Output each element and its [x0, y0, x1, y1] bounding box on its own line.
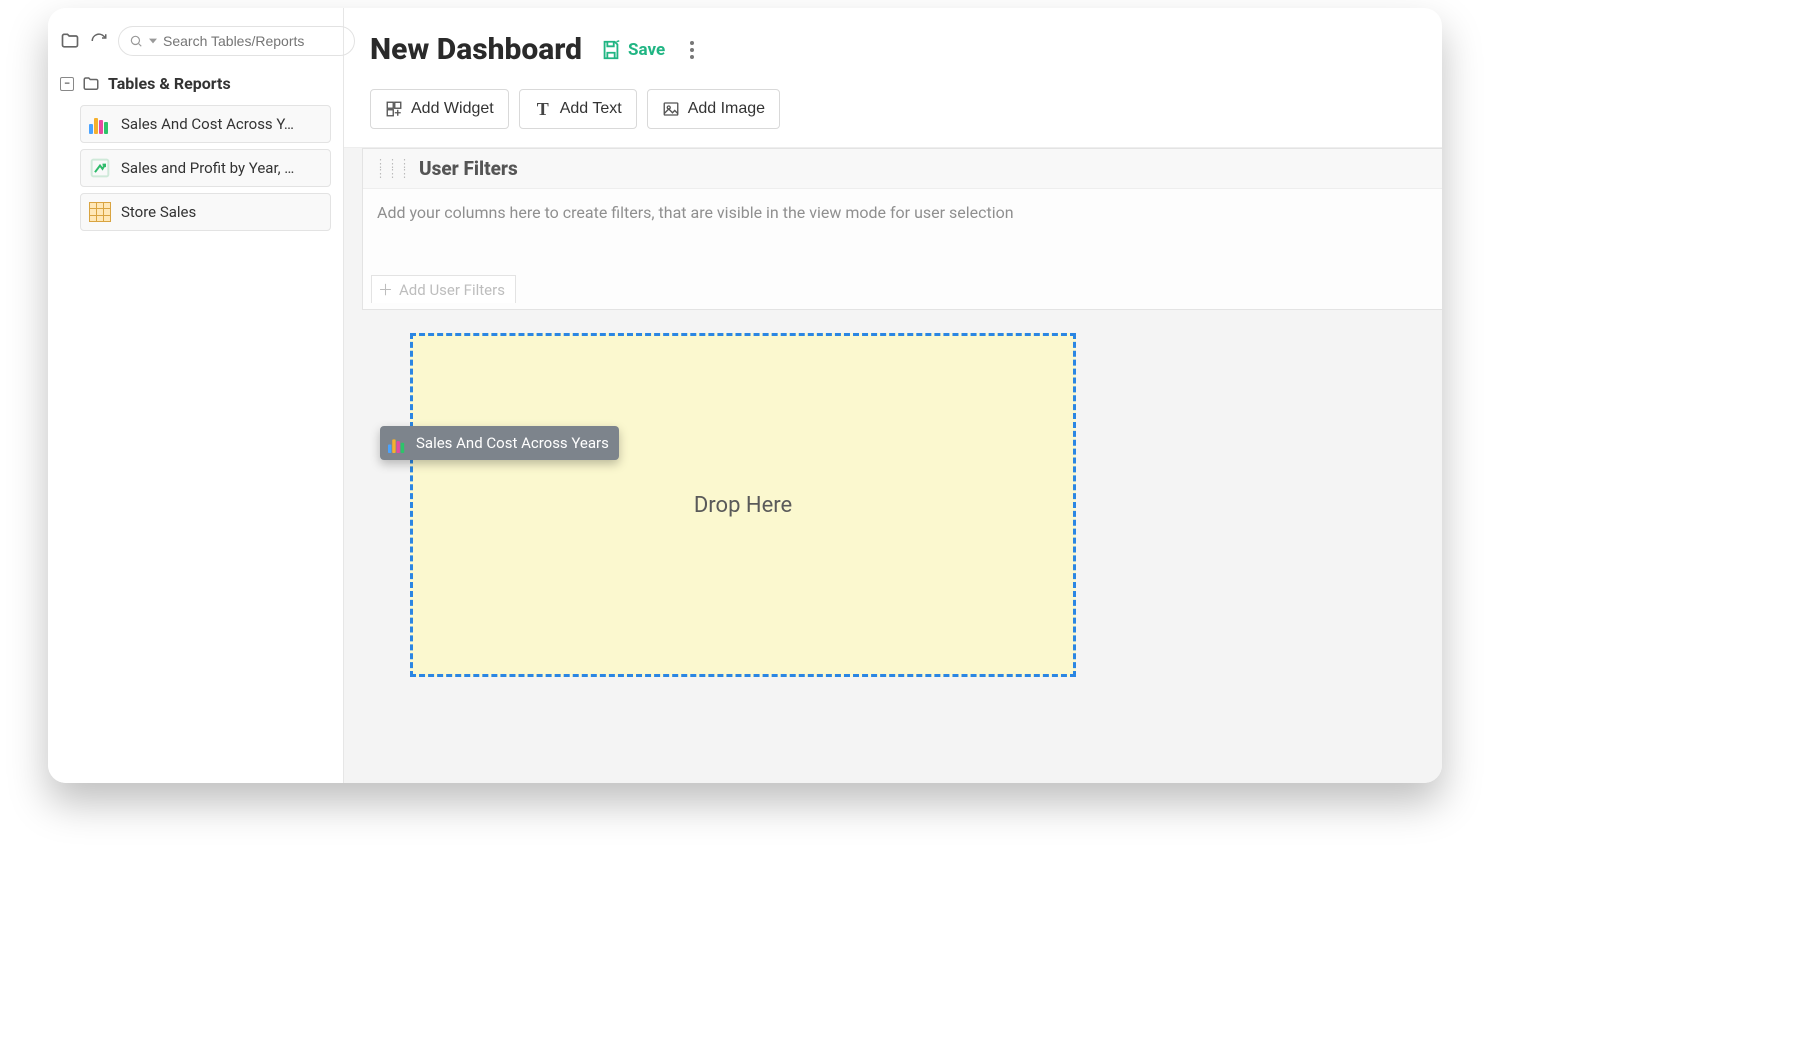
sidebar-item-report[interactable]: Sales And Cost Across Y… [80, 105, 331, 143]
page-title: New Dashboard [370, 32, 582, 67]
sidebar-toolbar [60, 26, 331, 56]
dashboard-canvas[interactable]: ⋮⋮⋮⋮⋮⋮ User Filters Add your columns her… [344, 147, 1442, 783]
search-input[interactable] [163, 33, 344, 49]
search-icon [129, 34, 143, 48]
add-user-filters-button[interactable]: ＋ Add User Filters [371, 275, 516, 303]
tree-list: Sales And Cost Across Y… Sales and Profi… [60, 105, 331, 231]
sidebar-item-label: Sales And Cost Across Y… [121, 115, 320, 133]
refresh-icon[interactable] [90, 31, 108, 51]
tree-root[interactable]: − Tables & Reports [60, 74, 331, 93]
sidebar-item-report[interactable]: Sales and Profit by Year, … [80, 149, 331, 187]
plus-icon: ＋ [378, 279, 393, 300]
folder-icon [82, 75, 100, 93]
widget-icon [385, 100, 403, 118]
add-image-button[interactable]: Add Image [647, 89, 780, 129]
save-label: Save [628, 40, 665, 60]
dropzone-label: Drop Here [694, 493, 792, 518]
search-input-wrap[interactable] [118, 26, 355, 56]
sidebar-item-label: Store Sales [121, 203, 320, 221]
trend-arrow-icon [89, 157, 111, 179]
add-widget-button[interactable]: Add Widget [370, 89, 509, 129]
table-icon [89, 201, 111, 223]
user-filters-body[interactable]: Add your columns here to create filters,… [363, 189, 1442, 309]
collapse-icon[interactable]: − [60, 77, 74, 91]
user-filters-header[interactable]: ⋮⋮⋮⋮⋮⋮ User Filters [363, 149, 1442, 189]
sidebar-item-label: Sales and Profit by Year, … [121, 159, 320, 177]
folder-icon[interactable] [60, 31, 80, 51]
add-image-label: Add Image [688, 100, 765, 118]
text-icon: T [534, 100, 552, 118]
toolbar: Add Widget T Add Text Add Image [344, 77, 1442, 147]
header: New Dashboard Save [344, 8, 1442, 77]
save-button[interactable]: Save [600, 39, 665, 61]
dropzone[interactable]: Drop Here [410, 333, 1076, 677]
drag-handle-icon[interactable]: ⋮⋮⋮⋮⋮⋮ [375, 159, 411, 179]
drag-ghost[interactable]: Sales And Cost Across Years [380, 426, 619, 460]
add-widget-label: Add Widget [411, 100, 494, 118]
image-icon [662, 100, 680, 118]
add-text-button[interactable]: T Add Text [519, 89, 637, 129]
tree-root-label: Tables & Reports [108, 74, 231, 93]
user-filters-hint: Add your columns here to create filters,… [377, 203, 1014, 222]
app-window: − Tables & Reports Sales And Cost Across… [48, 8, 1442, 783]
save-icon [600, 39, 622, 61]
user-filters-panel: ⋮⋮⋮⋮⋮⋮ User Filters Add your columns her… [362, 148, 1442, 310]
sidebar-item-table[interactable]: Store Sales [80, 193, 331, 231]
user-filters-title: User Filters [419, 157, 518, 180]
add-text-label: Add Text [560, 100, 622, 118]
sidebar: − Tables & Reports Sales And Cost Across… [48, 8, 344, 783]
drag-ghost-label: Sales And Cost Across Years [416, 434, 609, 452]
bar-chart-icon [388, 432, 410, 454]
main: New Dashboard Save [344, 8, 1442, 783]
add-user-filters-label: Add User Filters [399, 281, 505, 299]
more-options-button[interactable] [683, 41, 701, 59]
bar-chart-icon [89, 113, 111, 135]
chevron-down-icon [149, 38, 157, 44]
